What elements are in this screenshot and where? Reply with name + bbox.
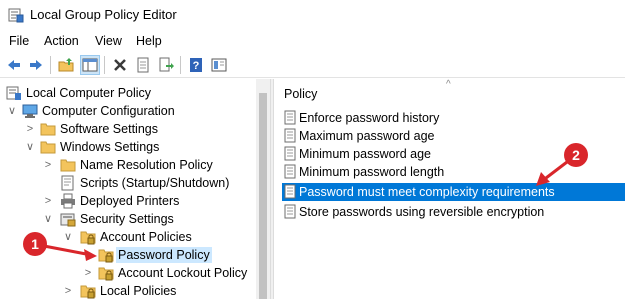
tree-item-label: Account Policies [100, 230, 192, 244]
collapse-chevron-icon[interactable]: ∨ [42, 212, 54, 226]
policy-label: Minimum password length [299, 165, 445, 179]
expand-chevron-icon[interactable]: > [24, 122, 36, 136]
collapse-chevron-icon[interactable]: ∨ [6, 104, 18, 118]
tree-item-label: Name Resolution Policy [80, 158, 213, 172]
sort-ascending-icon: ^ [446, 79, 451, 90]
annotation-badge-1: 1 [23, 232, 47, 256]
policy-row-selected[interactable]: Password must meet complexity requiremen… [282, 183, 625, 201]
policy-setting-icon [284, 164, 296, 179]
printer-icon [61, 193, 75, 209]
expand-chevron-icon[interactable]: > [42, 158, 54, 172]
back-arrow-icon [8, 60, 20, 70]
properties-icon [137, 57, 149, 73]
tree-scrollbar[interactable] [256, 79, 270, 299]
extended-view-icon [211, 58, 227, 72]
annotation-badge-2: 2 [564, 143, 588, 167]
up-one-level-button[interactable] [56, 55, 76, 75]
computer-icon [22, 104, 38, 118]
column-header-policy[interactable]: Policy [284, 87, 317, 101]
menu-view[interactable]: View [95, 33, 122, 49]
policy-setting-icon [284, 146, 296, 161]
title-bar: Local Group Policy Editor [0, 0, 625, 30]
up-folder-icon [58, 58, 74, 72]
extended-view-button[interactable] [209, 55, 229, 75]
tree-item-label: Account Lockout Policy [118, 266, 248, 280]
tree-item-label: Computer Configuration [42, 104, 175, 118]
policy-setting-icon [284, 110, 296, 125]
show-hide-tree-icon [82, 58, 98, 72]
folder-icon [60, 159, 76, 172]
delete-icon [114, 59, 126, 71]
forward-button[interactable] [26, 55, 46, 75]
menu-action[interactable]: Action [44, 33, 79, 49]
tree-scrollbar-thumb[interactable] [259, 93, 267, 299]
tree-item-label: Security Settings [80, 212, 174, 226]
toolbar-separator [104, 56, 105, 74]
tree-item-label: Password Policy [116, 247, 212, 263]
policy-row[interactable]: Store passwords using reversible encrypt… [282, 203, 625, 221]
export-list-icon [159, 57, 174, 72]
collapse-chevron-icon[interactable]: ∨ [24, 140, 36, 154]
expand-chevron-icon[interactable]: > [82, 266, 94, 280]
policy-setting-icon [284, 204, 296, 219]
folder-icon [40, 141, 56, 154]
policy-label: Enforce password history [299, 111, 440, 125]
tree-item-label: Deployed Printers [80, 194, 180, 208]
export-list-button[interactable] [156, 55, 176, 75]
menu-bar: File Action View Help [0, 30, 625, 52]
folder-lock-icon [98, 249, 114, 263]
folder-lock-icon [80, 285, 96, 299]
tree-item-label: Scripts (Startup/Shutdown) [80, 176, 230, 190]
group-policy-app-icon [8, 8, 24, 23]
folder-lock-icon [80, 231, 96, 245]
tree-item-label: Windows Settings [60, 140, 160, 154]
policy-row[interactable]: Enforce password history [282, 109, 625, 127]
policy-label: Password must meet complexity requiremen… [299, 185, 555, 199]
properties-button[interactable] [133, 55, 153, 75]
window-title: Local Group Policy Editor [30, 7, 177, 22]
collapse-chevron-icon[interactable]: ∨ [62, 230, 74, 244]
folder-lock-icon [98, 267, 114, 281]
policy-setting-icon [284, 184, 296, 199]
back-button[interactable] [4, 55, 24, 75]
delete-button[interactable] [110, 55, 130, 75]
expand-chevron-icon[interactable]: > [42, 194, 54, 208]
forward-arrow-icon [30, 60, 42, 70]
help-icon: ? [190, 58, 202, 72]
toolbar-separator [180, 56, 181, 74]
policy-setting-icon [284, 128, 296, 143]
svg-text:?: ? [193, 60, 200, 72]
security-icon [60, 213, 76, 227]
tree-item-label: Software Settings [60, 122, 158, 136]
toolbar-separator [50, 56, 51, 74]
menu-help[interactable]: Help [136, 33, 162, 49]
expand-chevron-icon[interactable]: > [62, 284, 74, 298]
folder-icon [40, 123, 56, 136]
policy-list-pane: ^ Policy Enforce password history Maximu… [274, 79, 625, 299]
policy-label: Store passwords using reversible encrypt… [299, 205, 545, 219]
computer-policy-icon [6, 86, 21, 100]
tree-item-label: Local Policies [100, 284, 177, 298]
toolbar: ? [0, 52, 625, 78]
menu-file[interactable]: File [9, 33, 29, 49]
console-tree: Local Computer Policy ∨ Computer Configu… [0, 79, 270, 299]
policy-label: Maximum password age [299, 129, 435, 143]
help-button[interactable]: ? [186, 55, 206, 75]
expand-chevron-icon[interactable]: > [82, 248, 94, 262]
tree-item-label: Local Computer Policy [26, 86, 152, 100]
show-hide-tree-button[interactable] [80, 55, 100, 75]
scripts-icon [61, 175, 74, 191]
policy-label: Minimum password age [299, 147, 431, 161]
